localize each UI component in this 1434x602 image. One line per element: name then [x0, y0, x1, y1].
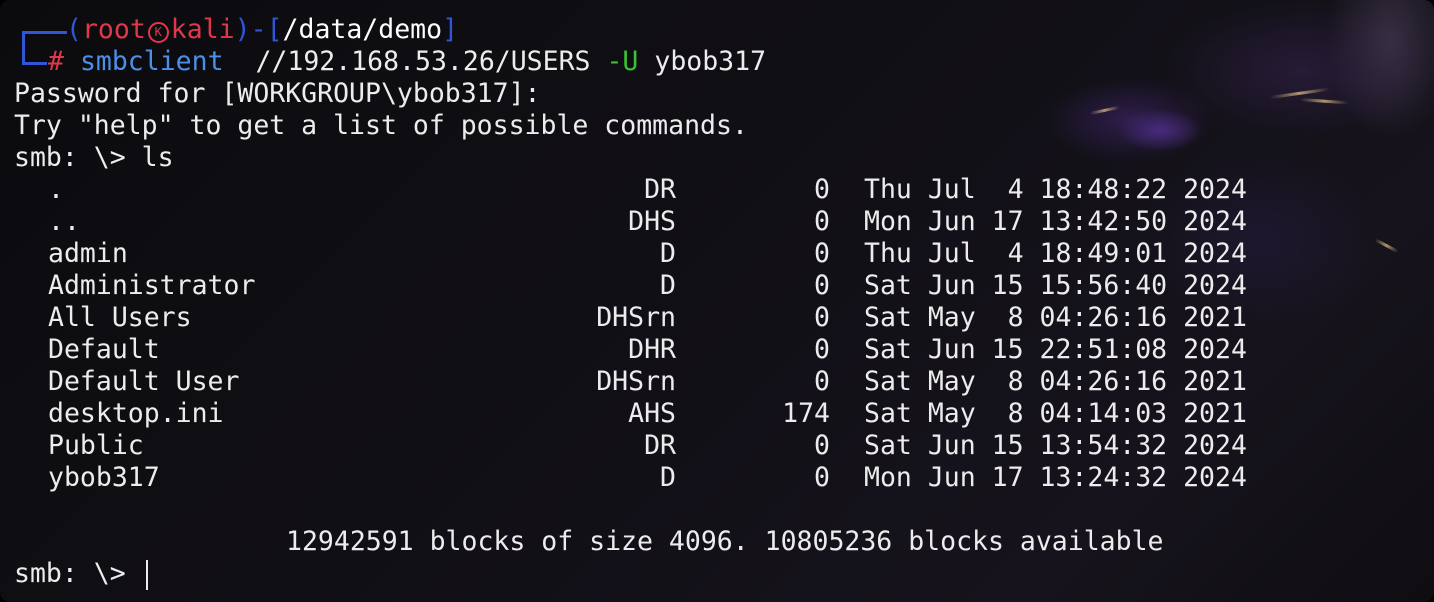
listing-size: 174 — [782, 398, 830, 429]
prompt-dash: - — [250, 14, 267, 45]
ls-command: smb: \> ls — [14, 142, 174, 173]
listing-date: Thu Jul 4 18:48:22 2024 — [864, 174, 1247, 205]
listing-date: Sat Jun 15 22:51:08 2024 — [864, 334, 1247, 365]
prompt-hash: # — [48, 46, 64, 77]
listing-size: 0 — [814, 302, 830, 333]
listing-size: 0 — [814, 430, 830, 461]
listing-row: Administrator D 0 Sat Jun 15 15:56:40 2024 — [0, 270, 1434, 302]
final-prompt[interactable]: smb: \> — [14, 558, 148, 590]
wallpaper-streak — [1089, 105, 1120, 115]
listing-name: ybob317 — [48, 462, 160, 493]
prompt-open-paren: ( — [66, 14, 82, 45]
listing-date: Sat May 8 04:26:16 2021 — [864, 302, 1247, 333]
listing-name: Default — [48, 334, 160, 365]
listing-row: Default DHR 0 Sat Jun 15 22:51:08 2024 — [0, 334, 1434, 366]
listing-row: desktop.ini AHS 174 Sat May 8 04:14:03 2021 — [0, 398, 1434, 430]
listing-date: Sat May 8 04:26:16 2021 — [864, 366, 1247, 397]
listing-name: . — [48, 174, 64, 205]
prompt-close-paren: ) — [234, 14, 251, 45]
prompt-cwd: /data/demo — [282, 14, 443, 45]
listing-attributes: DHSrn — [596, 366, 676, 397]
listing-attributes: DHSrn — [596, 302, 676, 333]
listing-date: Mon Jun 17 13:42:50 2024 — [864, 206, 1247, 237]
wallpaper-streak — [1299, 98, 1348, 105]
help-hint: Try "help" to get a list of possible com… — [14, 110, 748, 141]
listing-row: ybob317 D 0 Mon Jun 17 13:24:32 2024 — [0, 462, 1434, 494]
prompt-host: kali — [170, 14, 235, 45]
command-program: smbclient — [79, 46, 224, 77]
command-flag: -U — [606, 46, 639, 77]
listing-name: admin — [48, 238, 128, 269]
listing-name: All Users — [48, 302, 192, 333]
listing-name: Default User — [48, 366, 240, 397]
listing-size: 0 — [814, 174, 830, 205]
listing-date: Thu Jul 4 18:49:01 2024 — [864, 238, 1247, 269]
final-prompt-text: smb: \> — [14, 558, 126, 589]
listing-attributes: DR — [644, 430, 676, 461]
listing-date: Mon Jun 17 13:24:32 2024 — [864, 462, 1247, 493]
listing-attributes: D — [660, 270, 676, 301]
prompt-header: (root Kkali)-[/data/demo] — [66, 14, 458, 46]
listing-name: .. — [48, 206, 80, 237]
listing-date: Sat Jun 15 13:54:32 2024 — [864, 430, 1247, 461]
prompt-user: root — [81, 14, 146, 45]
command-line: # smbclient //192.168.53.26/USERS -U ybo… — [48, 46, 766, 78]
listing-row: .. DHS 0 Mon Jun 17 13:42:50 2024 — [0, 206, 1434, 238]
listing-name: Public — [48, 430, 144, 461]
listing-size: 0 — [814, 238, 830, 269]
listing-name: desktop.ini — [48, 398, 224, 429]
listing-row: Default User DHSrn 0 Sat May 8 04:26:16 202… — [0, 366, 1434, 398]
listing-size: 0 — [814, 366, 830, 397]
listing-name: Administrator — [48, 270, 256, 301]
listing-row: . DR 0 Thu Jul 4 18:48:22 2024 — [0, 174, 1434, 206]
listing-attributes: D — [660, 462, 676, 493]
prompt-open-bracket: [ — [266, 14, 283, 45]
listing-size: 0 — [814, 334, 830, 365]
command-target: //192.168.53.26/USERS — [255, 46, 591, 77]
text-cursor — [145, 559, 148, 590]
blocks-summary: 12942591 blocks of size 4096. 10805236 b… — [286, 526, 1164, 557]
listing-attributes: DR — [644, 174, 676, 205]
listing-row: Public DR 0 Sat Jun 15 13:54:32 2024 — [0, 430, 1434, 462]
listing-date: Sat May 8 04:14:03 2021 — [864, 398, 1247, 429]
listing-row: admin D 0 Thu Jul 4 18:49:01 2024 — [0, 238, 1434, 270]
kali-dragon-icon: K — [147, 22, 169, 43]
listing-size: 0 — [814, 206, 830, 237]
listing-attributes: DHS — [628, 206, 676, 237]
prompt-tree-bottom — [22, 44, 47, 65]
listing-row: All Users DHSrn 0 Sat May 8 04:26:16 2021 — [0, 302, 1434, 334]
password-prompt: Password for [WORKGROUP\ybob317]: — [14, 78, 541, 109]
listing-attributes: D — [660, 238, 676, 269]
prompt-close-bracket: ] — [442, 14, 459, 45]
listing-attributes: DHR — [628, 334, 676, 365]
listing-size: 0 — [814, 270, 830, 301]
listing-size: 0 — [814, 462, 830, 493]
listing-attributes: AHS — [628, 398, 676, 429]
listing-date: Sat Jun 15 15:56:40 2024 — [864, 270, 1247, 301]
command-user-arg: ybob317 — [654, 46, 767, 77]
terminal-window[interactable]: (root Kkali)-[/data/demo] # smbclient //1… — [0, 0, 1434, 602]
